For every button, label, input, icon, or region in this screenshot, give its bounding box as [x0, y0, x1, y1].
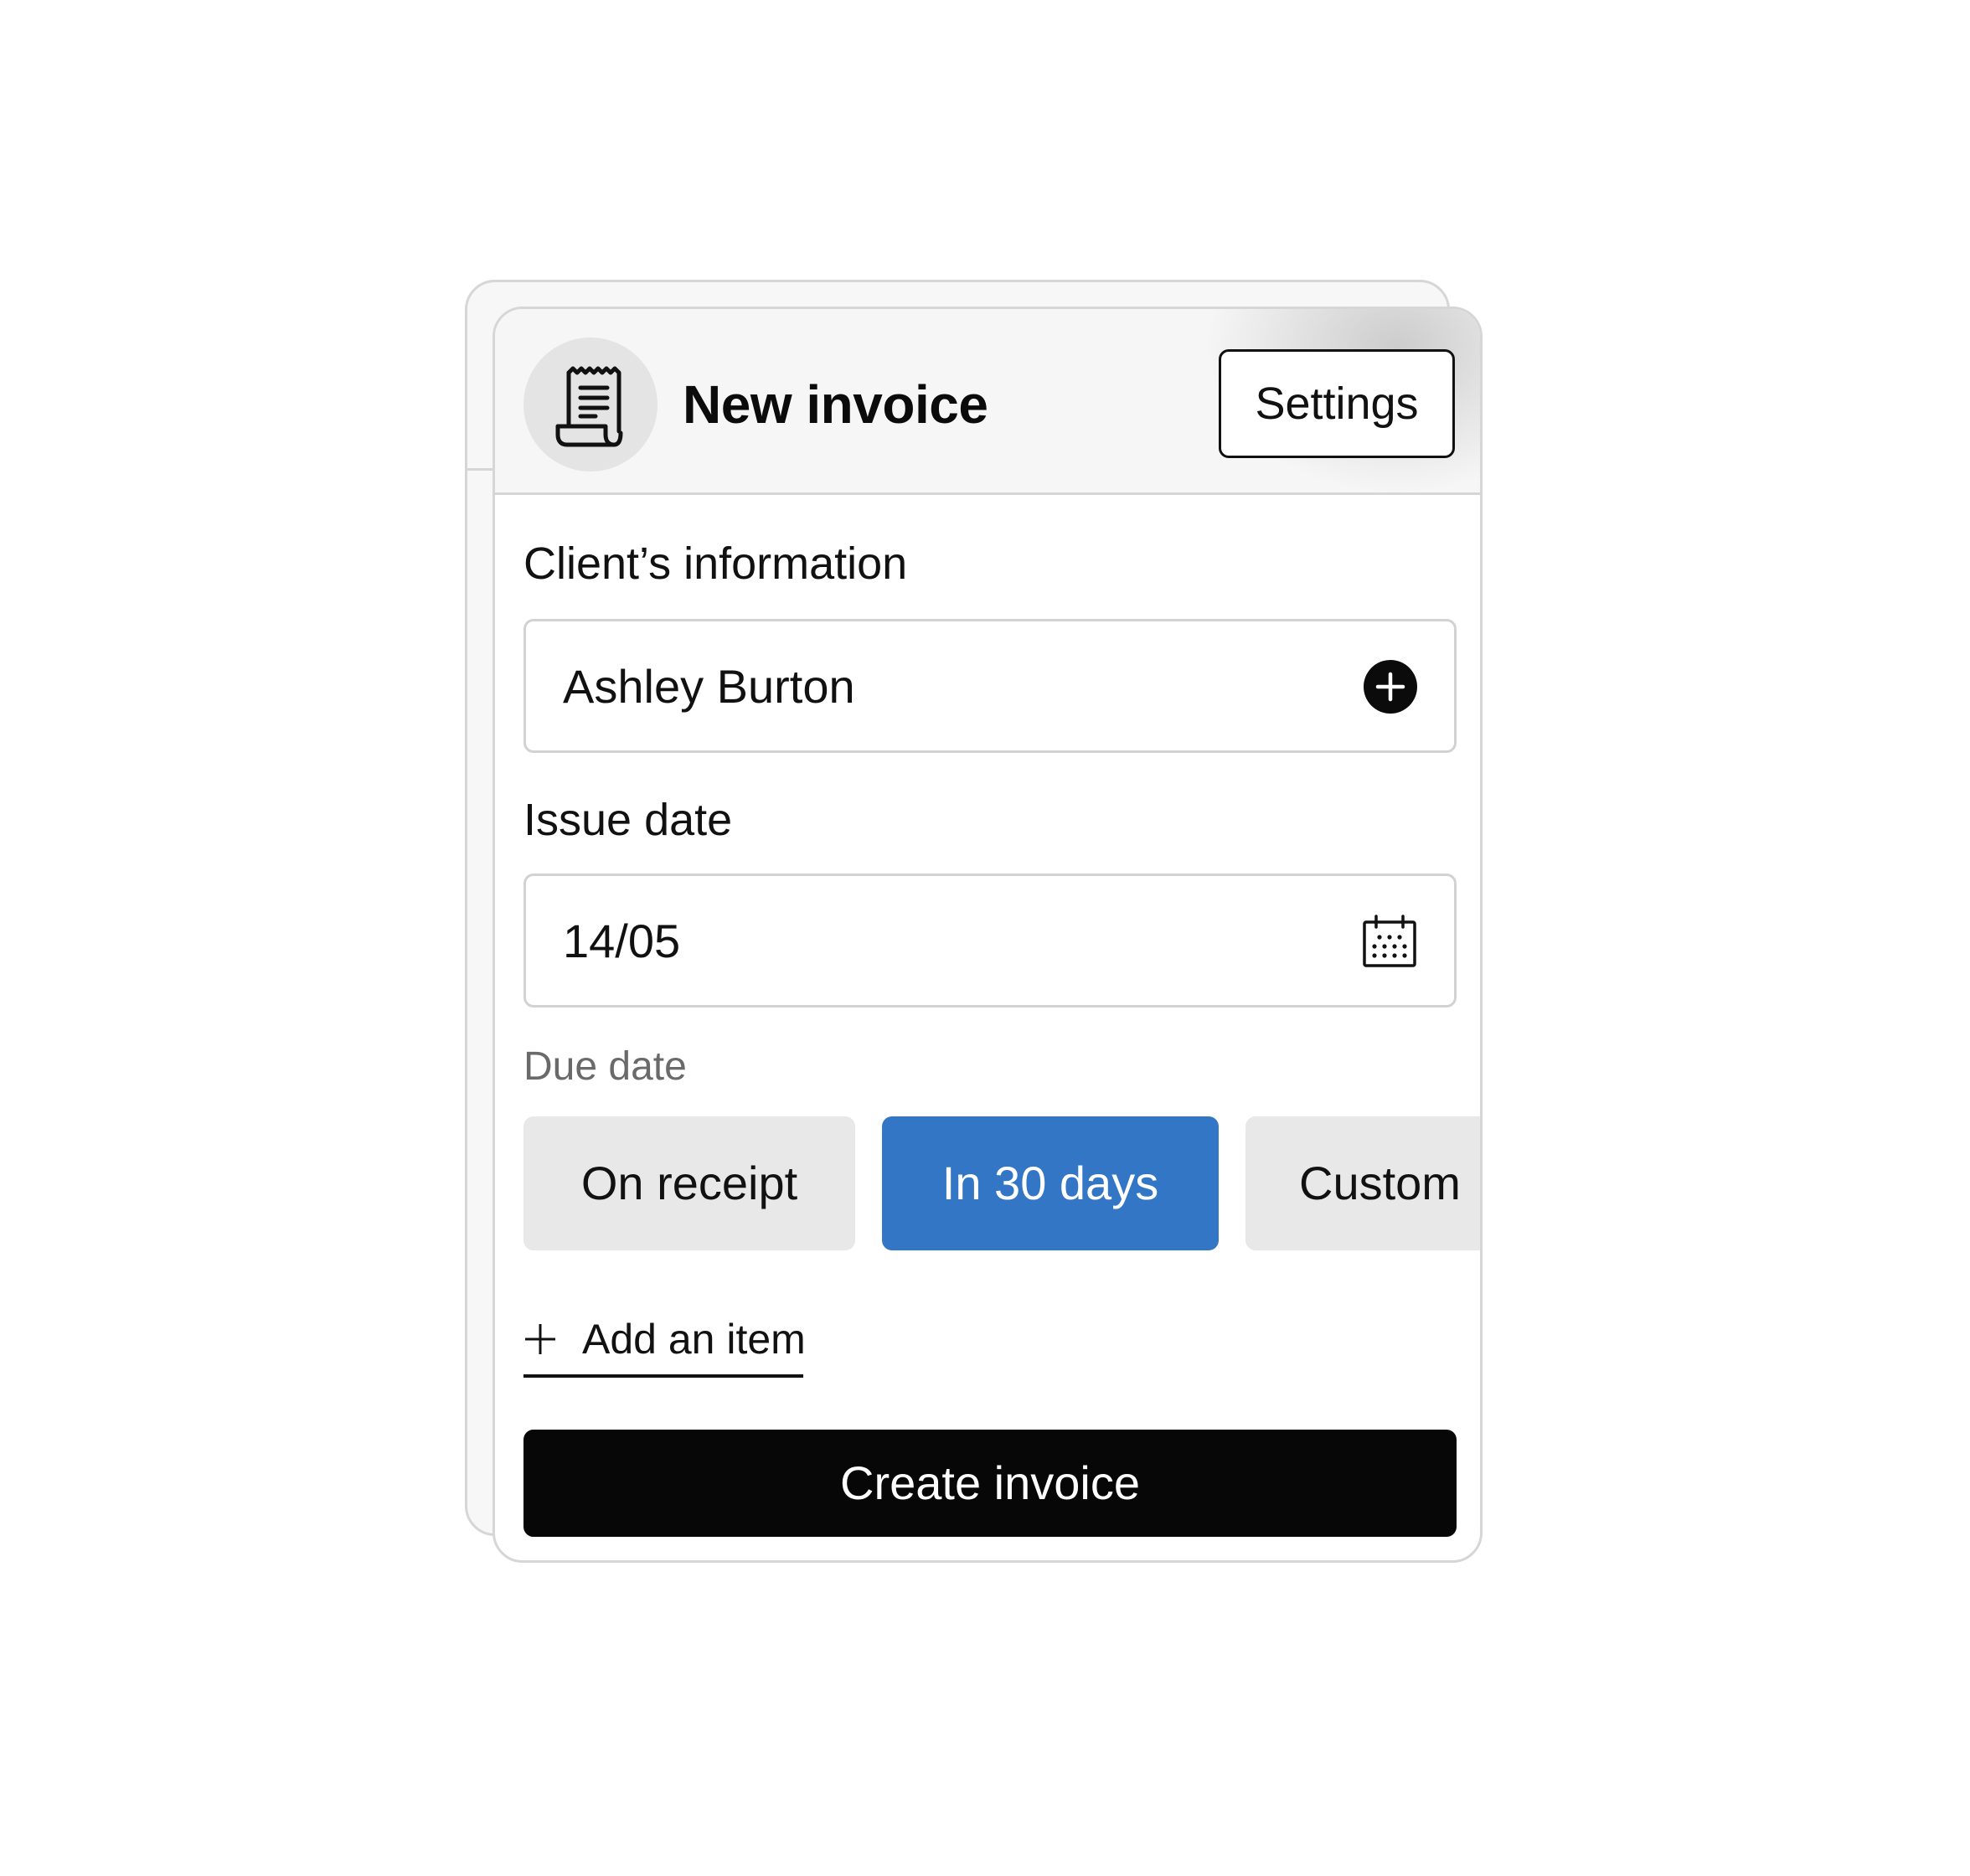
- invoice-card: New invoice Settings Client’s informatio…: [492, 307, 1483, 1563]
- issue-date-field[interactable]: 14/05: [523, 874, 1457, 1008]
- due-date-label: Due date: [523, 1044, 687, 1089]
- due-option-on-receipt[interactable]: On receipt: [523, 1116, 855, 1250]
- settings-button[interactable]: Settings: [1219, 349, 1455, 458]
- add-item-link[interactable]: Add an item: [523, 1311, 806, 1378]
- client-field[interactable]: Ashley Burton: [523, 619, 1457, 753]
- add-item-label: Add an item: [582, 1316, 806, 1363]
- issue-date-value: 14/05: [563, 915, 681, 967]
- client-info-label: Client’s information: [523, 539, 908, 589]
- card-header: New invoice Settings: [495, 309, 1480, 495]
- receipt-icon: [555, 366, 623, 447]
- due-option-custom[interactable]: Custom: [1245, 1116, 1480, 1250]
- create-invoice-button[interactable]: Create invoice: [523, 1430, 1457, 1537]
- page-title: New invoice: [683, 374, 988, 435]
- due-option-30-days[interactable]: In 30 days: [882, 1116, 1219, 1250]
- receipt-icon-badge: [523, 338, 658, 472]
- plus-icon: [525, 1324, 555, 1354]
- client-name-value: Ashley Burton: [563, 660, 855, 713]
- plus-circle-icon[interactable]: [1364, 660, 1417, 714]
- calendar-icon[interactable]: [1362, 915, 1417, 968]
- issue-date-label: Issue date: [523, 795, 733, 845]
